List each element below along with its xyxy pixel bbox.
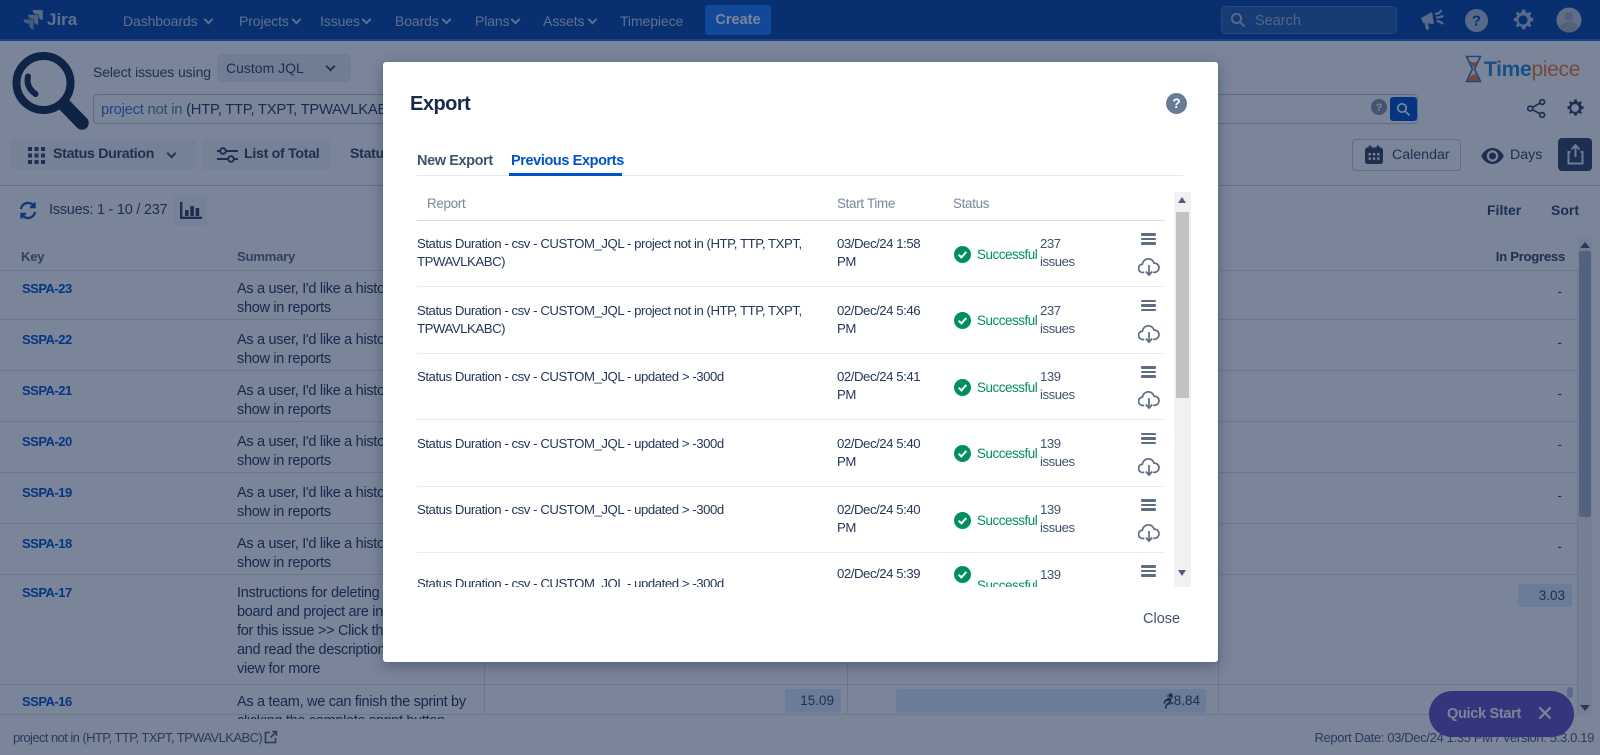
svg-text:?: ? xyxy=(1172,96,1180,111)
